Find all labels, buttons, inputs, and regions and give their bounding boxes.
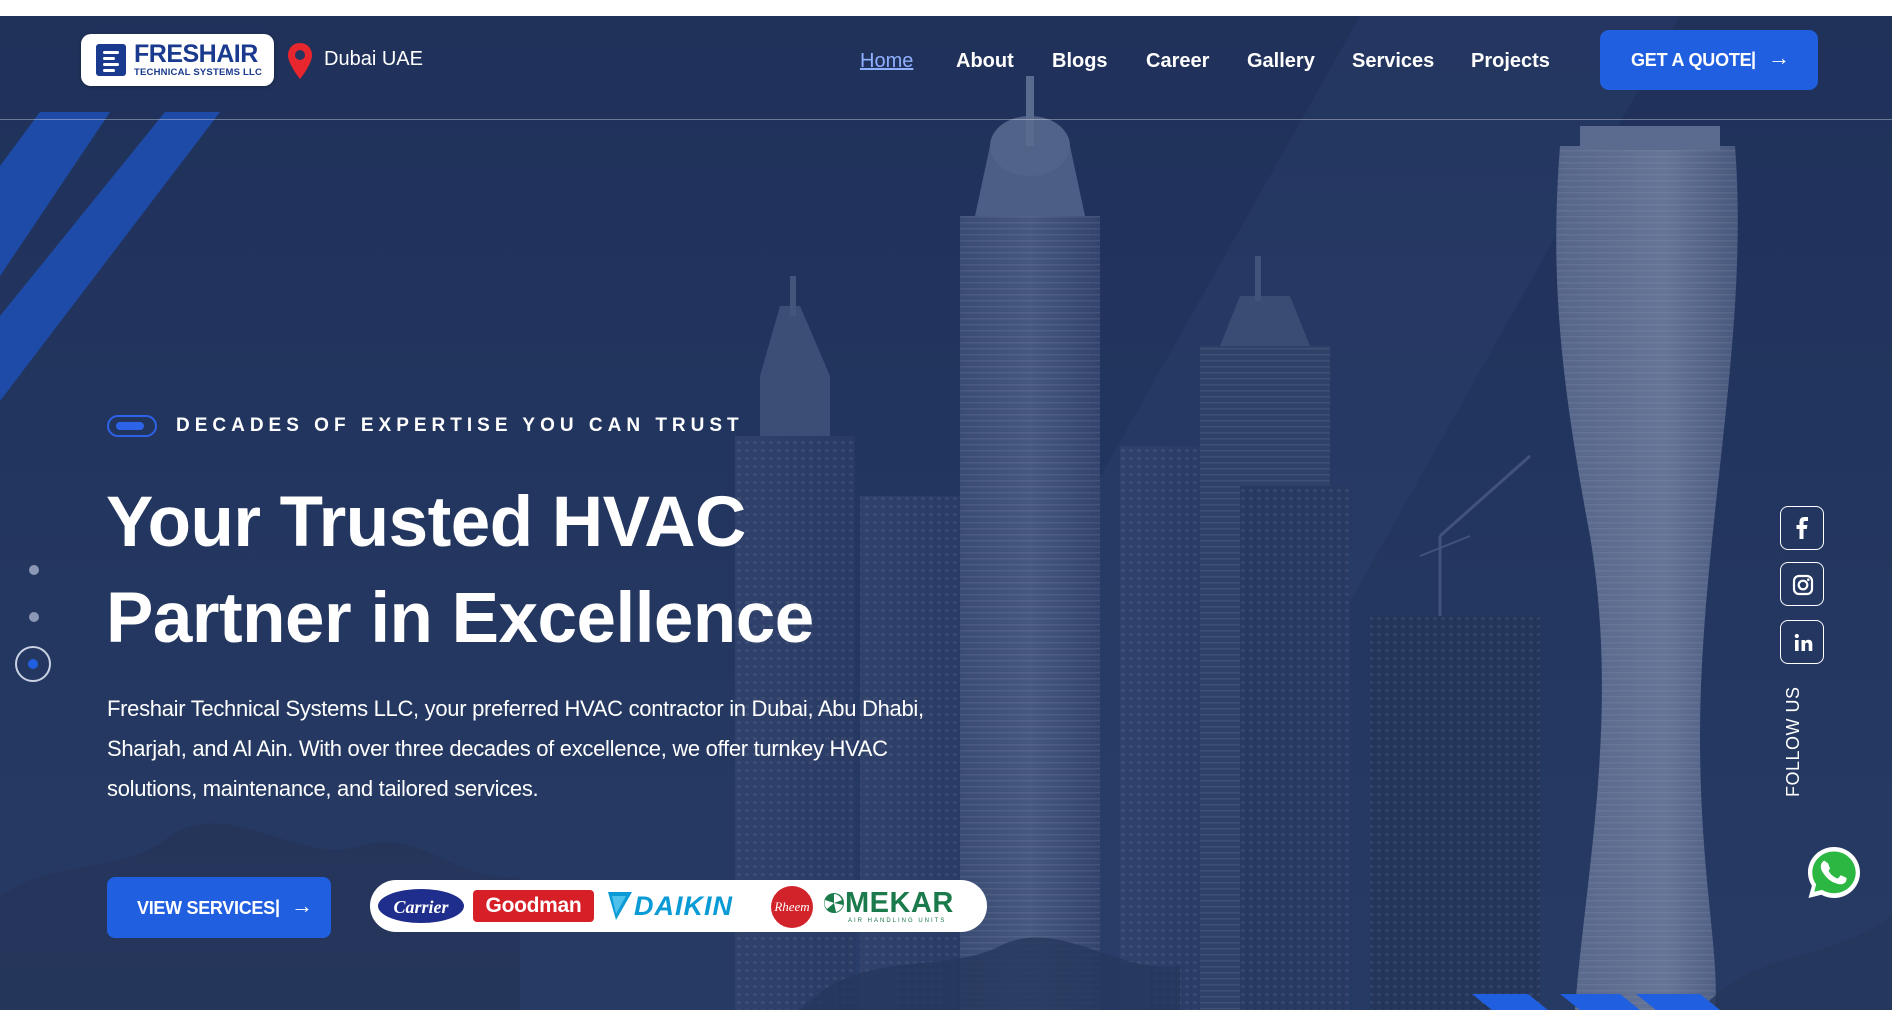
arrow-right-icon: → [291,893,313,918]
instagram-link[interactable] [1780,562,1824,606]
hero-headline-line-1: Your Trusted HVAC [106,483,746,562]
nav-career[interactable]: Career [1146,49,1209,73]
nav-projects[interactable]: Projects [1471,49,1550,73]
button-separator: | [1751,49,1757,69]
hero-intro: Freshair Technical Systems LLC, your pre… [107,696,924,801]
hero-tagline: DECADES OF EXPERTISE YOU CAN TRUST [176,415,744,436]
mekar-fan-icon [824,893,844,913]
get-a-quote-label: GET A QUOTE [1631,50,1752,70]
view-services-label: VIEW SERVICES [137,898,275,918]
logo-title: FRESHAIR [134,40,258,68]
hero-headline-line-2: Partner in Excellence [106,579,814,658]
whatsapp-icon[interactable] [1805,844,1863,902]
nav-services[interactable]: Services [1352,49,1434,73]
daikin-mark-icon [608,892,632,920]
mekar-logo-text: MEKAR [845,887,954,919]
rheem-logo-text: Rheem [774,899,810,914]
slider-dot-2[interactable] [29,612,39,622]
header-divider [0,119,1892,120]
button-separator: | [275,897,281,917]
tagline-pill-icon [107,415,157,437]
facebook-link[interactable] [1780,506,1824,550]
logo-subtitle: TECHNICAL SYSTEMS LLC [134,67,263,78]
carrier-logo-text: Carrier [393,897,449,917]
nav-gallery[interactable]: Gallery [1247,49,1315,73]
view-services-button[interactable]: VIEW SERVICES | → [107,877,331,938]
location-pin-icon [288,43,312,79]
get-a-quote-button[interactable]: GET A QUOTE | → [1600,30,1818,90]
logo-mark-icon [96,44,126,76]
slider-dot-3-active[interactable] [15,646,51,682]
hero-headline: Your Trusted HVAC Partner in Excellence [106,475,1006,667]
mekar-logo-subtitle: AIR HANDLING UNITS [848,918,947,924]
page: FRESHAIR TECHNICAL SYSTEMS LLC Dubai UAE… [0,0,1892,1016]
goodman-logo: Goodman [473,890,594,922]
nav-about[interactable]: About [956,49,1014,73]
slider-dot-1[interactable] [29,565,39,575]
linkedin-icon [1794,633,1813,651]
bottom-strip [0,1010,1892,1016]
freshair-logo[interactable]: FRESHAIR TECHNICAL SYSTEMS LLC [81,34,274,86]
daikin-logo-text: DAIKIN [634,891,733,921]
partner-brands-strip: Carrier Goodman DAIKIN Rheem MEKAR AIR H… [370,880,987,932]
goodman-logo-text: Goodman [485,894,582,917]
linkedin-link[interactable] [1780,620,1824,664]
arrow-right-icon: → [1768,45,1790,70]
rheem-logo: Rheem [771,886,813,928]
nav-home[interactable]: Home [860,49,913,73]
follow-us-label: FOLLOW US [1783,686,1803,797]
carrier-logo: Carrier [378,889,464,923]
nav-blogs[interactable]: Blogs [1052,49,1108,73]
facebook-icon [1796,517,1808,539]
instagram-icon [1792,574,1814,596]
top-strip [0,0,1892,16]
location-text: Dubai UAE [324,48,423,70]
